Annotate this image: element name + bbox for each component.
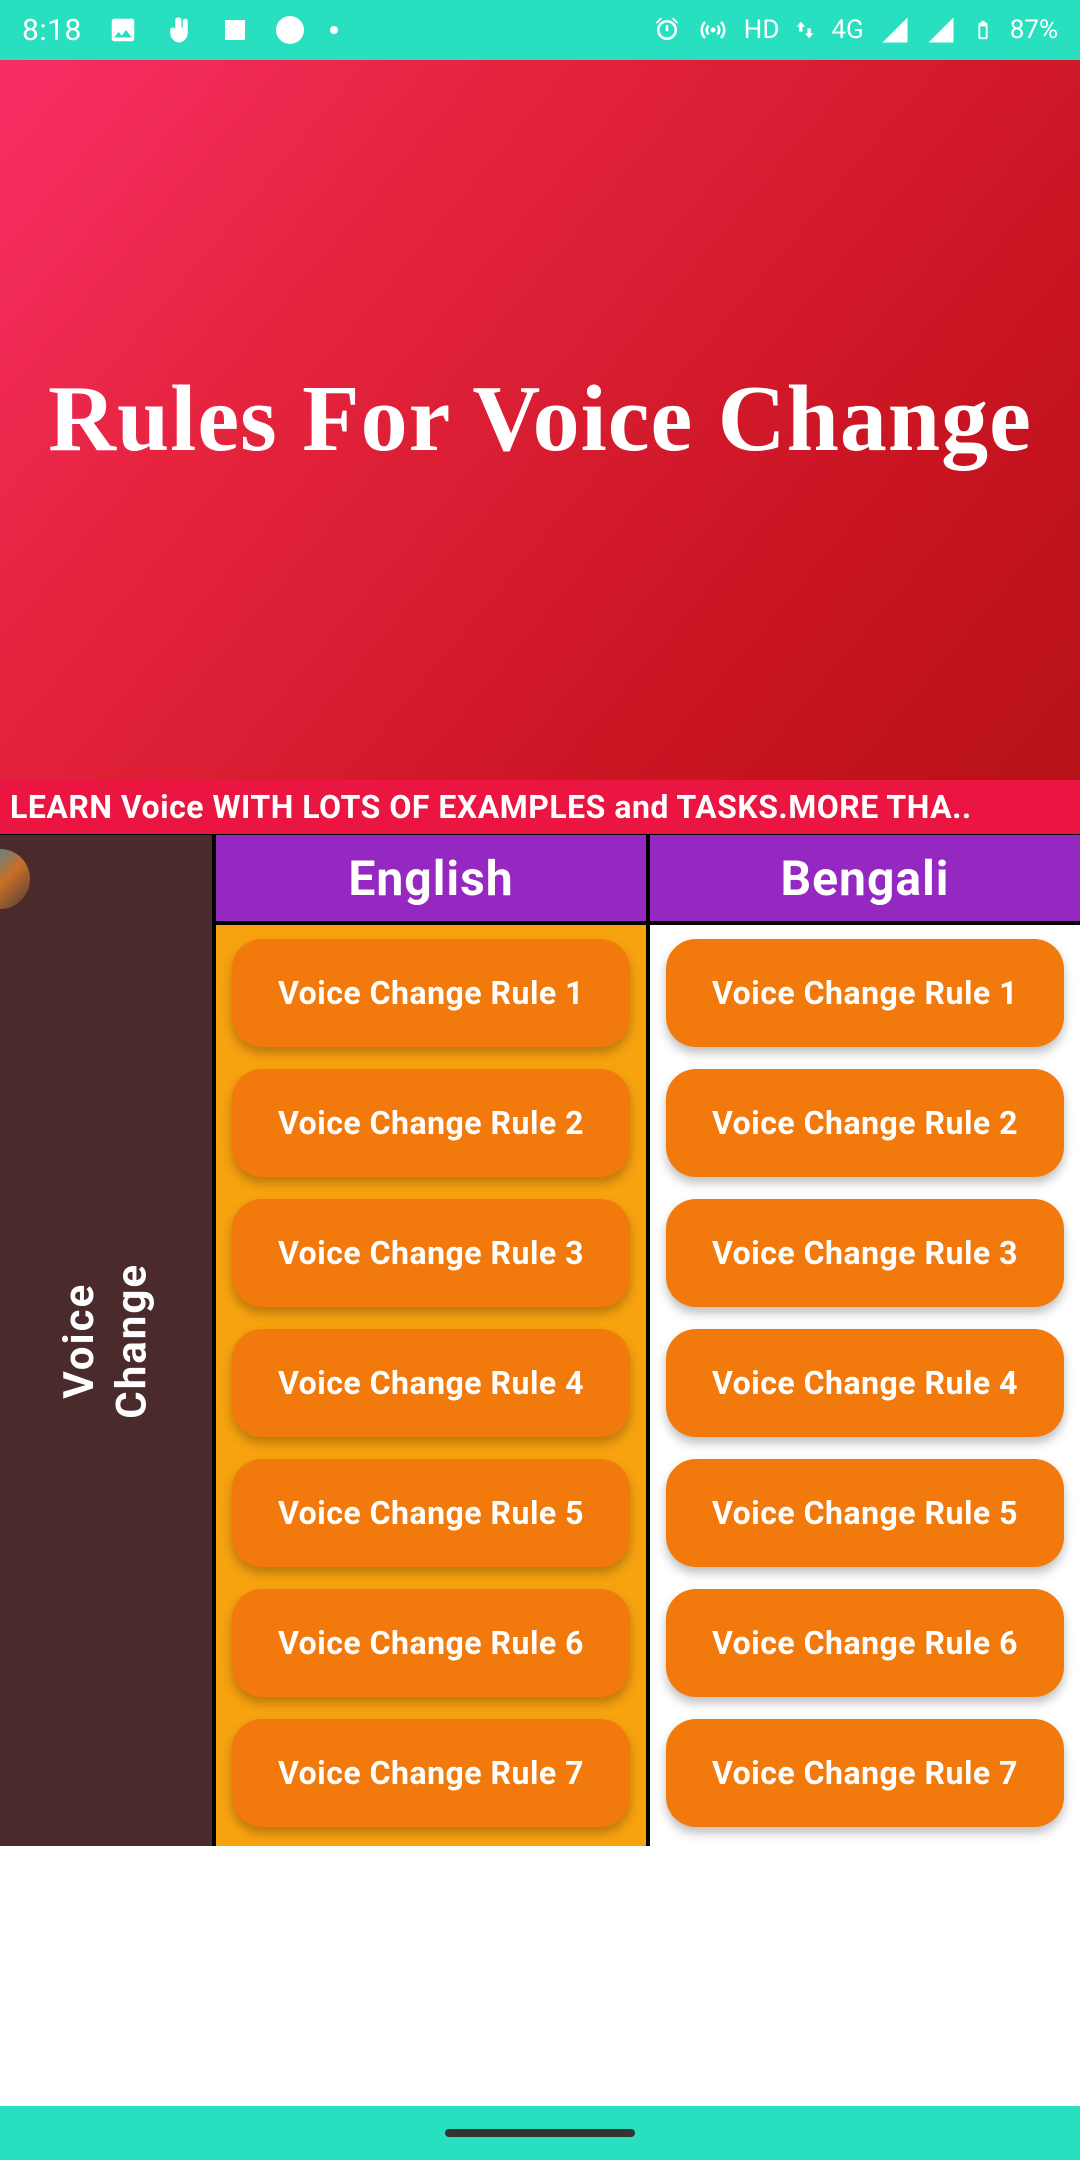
rules-table: Voice Change English Voice Change Rule 1… — [0, 834, 1080, 1846]
home-handle-icon[interactable] — [445, 2129, 635, 2137]
signal-icon-2 — [926, 15, 956, 45]
status-time: 8:18 — [22, 13, 82, 48]
battery-icon — [972, 15, 994, 45]
rule-button[interactable]: Voice Change Rule 5 — [232, 1459, 630, 1567]
column-english: English Voice Change Rule 1 Voice Change… — [216, 835, 650, 1846]
rule-button[interactable]: Voice Change Rule 6 — [232, 1589, 630, 1697]
globe-icon — [0, 849, 30, 909]
hand-icon — [164, 15, 194, 45]
page-title: Rules For Voice Change — [28, 368, 1052, 471]
column-header-english[interactable]: English — [216, 835, 646, 925]
column-header-bengali[interactable]: Bengali — [650, 835, 1080, 925]
marquee-banner: LEARN Voice WITH LOTS OF EXAMPLES and TA… — [0, 780, 1080, 834]
navigation-bar[interactable] — [0, 2106, 1080, 2160]
footer-blank — [0, 1846, 1080, 2106]
app-circle-icon — [276, 16, 304, 44]
rule-button[interactable]: Voice Change Rule 1 — [232, 939, 630, 1047]
alarm-icon — [652, 15, 682, 45]
rule-button[interactable]: Voice Change Rule 2 — [232, 1069, 630, 1177]
rule-button[interactable]: Voice Change Rule 2 — [666, 1069, 1064, 1177]
document-icon — [220, 15, 250, 45]
rule-button[interactable]: Voice Change Rule 6 — [666, 1589, 1064, 1697]
rule-button[interactable]: Voice Change Rule 4 — [666, 1329, 1064, 1437]
data-arrows-icon — [795, 15, 815, 45]
hotspot-icon — [698, 15, 728, 45]
status-network: 4G — [831, 15, 863, 45]
sidebar-column: Voice Change — [0, 835, 216, 1846]
rule-button[interactable]: Voice Change Rule 3 — [232, 1199, 630, 1307]
status-bar: 8:18 HD 4G 87% — [0, 0, 1080, 60]
rule-button[interactable]: Voice Change Rule 5 — [666, 1459, 1064, 1567]
more-dot-icon — [330, 26, 338, 34]
rule-button[interactable]: Voice Change Rule 4 — [232, 1329, 630, 1437]
status-battery: 87% — [1010, 15, 1058, 45]
sidebar-label: Voice Change — [54, 1263, 159, 1419]
column-bengali: Bengali Voice Change Rule 1 Voice Change… — [650, 835, 1080, 1846]
rules-list-english[interactable]: Voice Change Rule 1 Voice Change Rule 2 … — [216, 925, 646, 1846]
marquee-text: LEARN Voice WITH LOTS OF EXAMPLES and TA… — [10, 788, 972, 826]
rule-button[interactable]: Voice Change Rule 1 — [666, 939, 1064, 1047]
rule-button[interactable]: Voice Change Rule 7 — [666, 1719, 1064, 1827]
rule-button[interactable]: Voice Change Rule 7 — [232, 1719, 630, 1827]
gallery-icon — [108, 15, 138, 45]
rule-button[interactable]: Voice Change Rule 3 — [666, 1199, 1064, 1307]
rules-list-bengali[interactable]: Voice Change Rule 1 Voice Change Rule 2 … — [650, 925, 1080, 1846]
status-hd: HD — [744, 15, 780, 45]
signal-icon-1 — [880, 15, 910, 45]
hero-banner: Rules For Voice Change — [0, 60, 1080, 780]
